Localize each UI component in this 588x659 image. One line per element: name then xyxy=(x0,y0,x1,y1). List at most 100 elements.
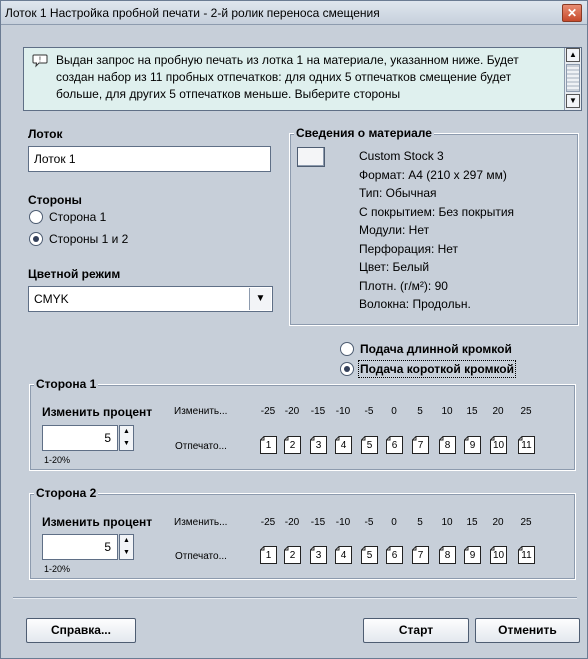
print-sheet-icon: 8 xyxy=(439,546,456,564)
title-bar: Лоток 1 Настройка пробной печати - 2-й р… xyxy=(1,1,587,25)
radio-short-edge-label: Подача короткой кромкой xyxy=(357,360,517,378)
percent-label: 15 xyxy=(466,517,478,528)
percent-label: 5 xyxy=(417,517,423,528)
print-sheet-icon: 6 xyxy=(386,436,403,454)
percent-label: 25 xyxy=(520,517,532,528)
material-perforation: Перфорация: Нет xyxy=(359,241,459,256)
print-sheet-number: 7 xyxy=(417,550,424,561)
radio-long-edge-label: Подача длинной кромкой xyxy=(360,342,512,356)
help-button[interactable]: Справка... xyxy=(26,618,136,643)
percent-label: -15 xyxy=(310,406,326,417)
print-sheet-icon: 8 xyxy=(439,436,456,454)
side-2-title: Сторона 2 xyxy=(34,486,99,500)
info-message-box: ! Выдан запрос на пробную печать из лотк… xyxy=(23,47,582,111)
side-1-percent-input[interactable]: 5 xyxy=(42,425,118,451)
radio-side-1-indicator[interactable] xyxy=(29,210,43,224)
material-grain: Волокна: Продольн. xyxy=(359,297,471,311)
side-1-range: 1-20% xyxy=(44,455,71,465)
footer-divider xyxy=(13,597,577,599)
percent-label: 10 xyxy=(441,406,453,417)
material-modules: Модули: Нет xyxy=(359,223,430,237)
close-button[interactable]: ✕ xyxy=(562,4,582,22)
radio-sides-1-and-2[interactable]: Стороны 1 и 2 xyxy=(29,232,128,246)
material-color: Цвет: Белый xyxy=(359,260,430,274)
radio-short-edge-indicator[interactable] xyxy=(340,362,354,376)
percent-label: -5 xyxy=(364,517,374,528)
print-sheet-number: 3 xyxy=(315,440,322,451)
material-details: Custom Stock 3 Формат: A4 (210 x 297 мм)… xyxy=(359,147,514,314)
print-sheet-icon: 5 xyxy=(361,436,378,454)
print-sheet-number: 1 xyxy=(265,550,272,561)
print-sheet-number: 7 xyxy=(417,440,424,451)
print-sheet-number: 8 xyxy=(444,440,451,451)
side-2-spinner[interactable]: ▲ ▼ xyxy=(119,534,134,560)
print-sheet-number: 9 xyxy=(469,440,476,451)
scroll-thumb[interactable] xyxy=(566,64,580,92)
print-sheet-number: 3 xyxy=(315,550,322,561)
side-2-prints-row-label: Отпечато... xyxy=(175,551,227,562)
start-button[interactable]: Старт xyxy=(363,618,469,643)
print-sheet-icon: 11 xyxy=(518,436,535,454)
percent-label: -20 xyxy=(284,406,300,417)
percent-label: -20 xyxy=(284,517,300,528)
print-sheet-icon: 10 xyxy=(490,546,507,564)
side-1-spinner[interactable]: ▲ ▼ xyxy=(119,425,134,451)
side-1-prints-row-label: Отпечато... xyxy=(175,441,227,452)
percent-label: 10 xyxy=(441,517,453,528)
spinner-up-icon[interactable]: ▲ xyxy=(120,535,133,547)
color-mode-label: Цветной режим xyxy=(28,267,121,281)
print-sheet-number: 5 xyxy=(366,550,373,561)
percent-label: -25 xyxy=(260,517,276,528)
print-sheet-number: 11 xyxy=(521,550,532,561)
print-sheet-number: 9 xyxy=(469,550,476,561)
spinner-up-icon[interactable]: ▲ xyxy=(120,426,133,438)
print-sheet-number: 4 xyxy=(340,440,347,451)
print-sheet-number: 2 xyxy=(289,440,296,451)
color-mode-select[interactable]: CMYK ▼ xyxy=(28,286,273,312)
dialog-window: Лоток 1 Настройка пробной печати - 2-й р… xyxy=(0,0,588,659)
radio-short-edge-feed[interactable]: Подача короткой кромкой xyxy=(340,360,517,378)
radio-long-edge-feed[interactable]: Подача длинной кромкой xyxy=(340,342,512,356)
spinner-down-icon[interactable]: ▼ xyxy=(120,438,133,450)
radio-side-1[interactable]: Сторона 1 xyxy=(29,210,106,224)
cancel-button[interactable]: Отменить xyxy=(475,618,580,643)
side-2-percent-input[interactable]: 5 xyxy=(42,534,118,560)
scroll-up-arrow-icon[interactable]: ▲ xyxy=(566,48,580,62)
print-sheet-icon: 4 xyxy=(335,436,352,454)
print-sheet-number: 8 xyxy=(444,550,451,561)
percent-label: 20 xyxy=(492,517,504,528)
side-1-change-label: Изменить процент xyxy=(42,405,153,419)
paper-swatch-icon xyxy=(297,147,325,167)
close-icon: ✕ xyxy=(566,6,578,20)
print-sheet-icon: 2 xyxy=(284,546,301,564)
print-sheet-icon: 1 xyxy=(260,436,277,454)
side-1-change-row-label: Изменить... xyxy=(174,406,228,417)
material-weight: Плотн. (г/м²): 90 xyxy=(359,278,448,293)
radio-long-edge-indicator[interactable] xyxy=(340,342,354,356)
info-message-text: Выдан запрос на пробную печать из лотка … xyxy=(56,53,519,101)
print-sheet-icon: 1 xyxy=(260,546,277,564)
svg-text:!: ! xyxy=(39,57,41,64)
print-sheet-number: 1 xyxy=(265,440,272,451)
print-sheet-icon: 3 xyxy=(310,436,327,454)
print-sheet-number: 4 xyxy=(340,550,347,561)
print-sheet-icon: 4 xyxy=(335,546,352,564)
radio-sides-1-and-2-indicator[interactable] xyxy=(29,232,43,246)
print-sheet-icon: 3 xyxy=(310,546,327,564)
info-scrollbar[interactable]: ▲ ▼ xyxy=(564,48,581,110)
scroll-down-arrow-icon[interactable]: ▼ xyxy=(566,94,580,108)
print-sheet-number: 6 xyxy=(391,440,398,451)
chevron-down-icon[interactable]: ▼ xyxy=(249,288,271,310)
percent-label: 5 xyxy=(417,406,423,417)
radio-sides-1-and-2-label: Стороны 1 и 2 xyxy=(49,232,129,246)
print-sheet-icon: 11 xyxy=(518,546,535,564)
tray-field[interactable]: Лоток 1 xyxy=(28,146,271,172)
print-sheet-icon: 7 xyxy=(412,436,429,454)
radio-side-1-label: Сторона 1 xyxy=(49,210,107,224)
material-name: Custom Stock 3 xyxy=(359,149,444,163)
spinner-down-icon[interactable]: ▼ xyxy=(120,547,133,559)
sides-label: Стороны xyxy=(28,193,82,207)
print-sheet-icon: 7 xyxy=(412,546,429,564)
speech-bubble-icon: ! xyxy=(32,54,48,68)
percent-label: 15 xyxy=(466,406,478,417)
